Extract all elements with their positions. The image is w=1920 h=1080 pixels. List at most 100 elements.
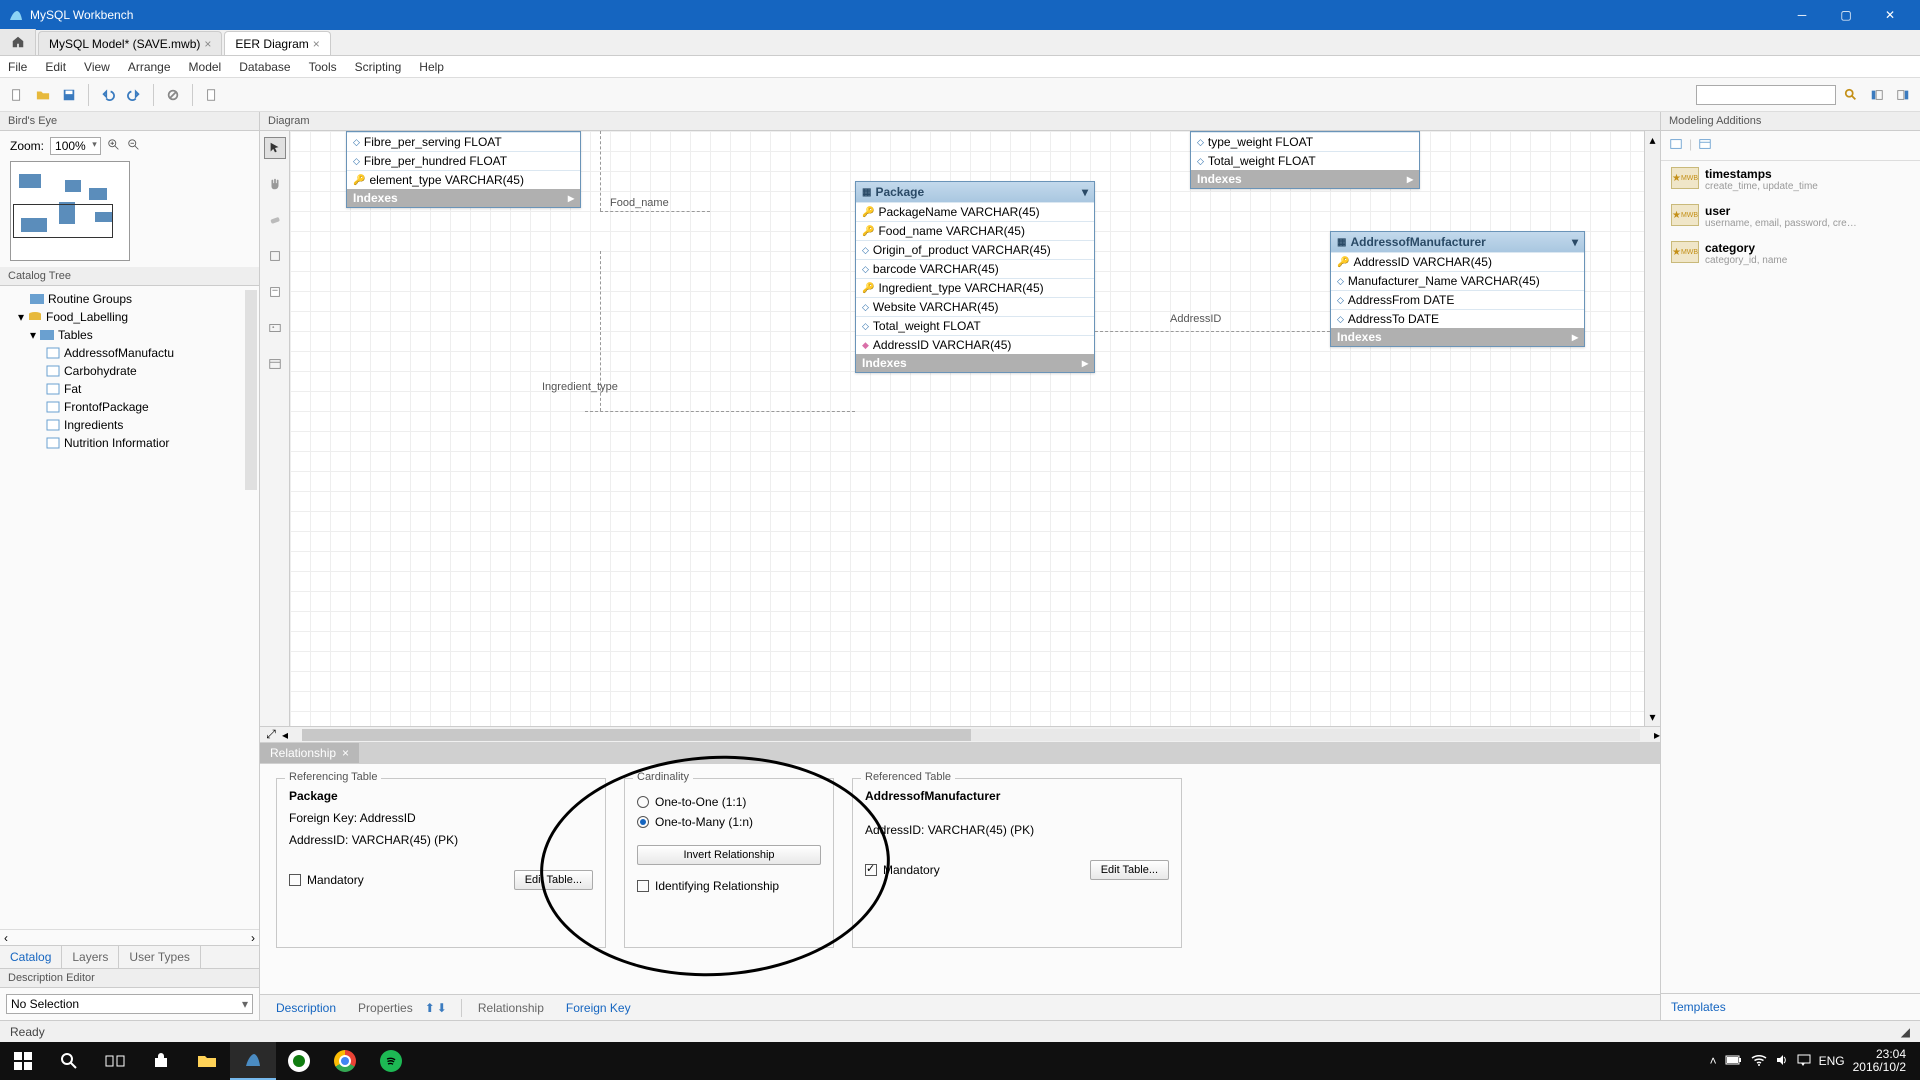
menu-help[interactable]: Help — [419, 60, 444, 74]
tab-user-types[interactable]: User Types — [119, 946, 200, 968]
toggle-left-panel-button[interactable] — [1866, 84, 1888, 106]
xbox-icon[interactable] — [276, 1042, 322, 1080]
one-to-one-radio[interactable]: One-to-One (1:1) — [637, 795, 821, 809]
start-button[interactable] — [0, 1042, 46, 1080]
resize-grip-icon[interactable]: ◢ — [1901, 1025, 1910, 1039]
tree-item-table[interactable]: FrontofPackage — [0, 398, 259, 416]
hscroll-expander[interactable]: ⤢ — [260, 727, 282, 743]
close-icon[interactable]: × — [204, 37, 211, 51]
mandatory-checkbox[interactable]: Mandatory — [865, 863, 940, 877]
relation-label: Ingredient_type — [542, 381, 618, 393]
close-button[interactable]: ✕ — [1868, 0, 1912, 30]
canvas-vscroll[interactable]: ▴▾ — [1644, 131, 1660, 726]
eraser-tool[interactable] — [264, 209, 286, 231]
image-tool[interactable] — [264, 317, 286, 339]
manage-templates-icon[interactable] — [1698, 137, 1712, 154]
zoom-in-icon[interactable] — [107, 138, 121, 155]
task-view-button[interactable] — [92, 1042, 138, 1080]
tree-hscroll[interactable]: ‹› — [0, 929, 259, 945]
tree-item-table[interactable]: Carbohydrate — [0, 362, 259, 380]
menu-database[interactable]: Database — [239, 60, 290, 74]
templates-tab[interactable]: Templates — [1661, 993, 1920, 1020]
tab-relationship[interactable]: Relationship — [468, 997, 554, 1019]
tree-item-table[interactable]: Fat — [0, 380, 259, 398]
history-fwd-icon[interactable]: ⬇ — [437, 1001, 447, 1015]
save-button[interactable] — [58, 84, 80, 106]
menu-edit[interactable]: Edit — [45, 60, 66, 74]
close-icon[interactable]: × — [313, 37, 320, 51]
tree-item-table[interactable]: Ingredients — [0, 416, 259, 434]
edit-table-button[interactable]: Edit Table... — [514, 870, 593, 890]
one-to-many-radio[interactable]: One-to-Many (1:n) — [637, 815, 821, 829]
pointer-tool[interactable] — [264, 137, 286, 159]
mandatory-checkbox[interactable]: Mandatory — [289, 873, 364, 887]
minimize-button[interactable]: ─ — [1780, 0, 1824, 30]
store-icon[interactable] — [138, 1042, 184, 1080]
tree-item-routine-groups[interactable]: Routine Groups — [0, 290, 259, 308]
tree-item-table[interactable]: AddressofManufactu — [0, 344, 259, 362]
description-select[interactable]: No Selection — [6, 994, 253, 1014]
birds-eye-canvas[interactable] — [10, 161, 130, 261]
table-tool[interactable] — [264, 353, 286, 375]
menu-tools[interactable]: Tools — [309, 60, 337, 74]
search-input[interactable] — [1696, 85, 1836, 105]
tray-expand-icon[interactable]: ˄ — [1710, 1054, 1717, 1068]
mysql-workbench-taskbar-icon[interactable] — [230, 1042, 276, 1080]
validate-button[interactable] — [162, 84, 184, 106]
menu-scripting[interactable]: Scripting — [355, 60, 402, 74]
spotify-icon[interactable] — [368, 1042, 414, 1080]
search-button[interactable] — [1840, 84, 1862, 106]
note-tool[interactable] — [264, 281, 286, 303]
tree-item-tables[interactable]: ▾ Tables — [0, 326, 259, 344]
export-button[interactable] — [201, 84, 223, 106]
volume-icon[interactable] — [1775, 1053, 1789, 1070]
hand-tool[interactable] — [264, 173, 286, 195]
tree-item-table[interactable]: Nutrition Informatior — [0, 434, 259, 452]
addition-user[interactable]: ★MWB userusername, email, password, cre… — [1661, 198, 1920, 235]
battery-icon[interactable] — [1725, 1054, 1743, 1069]
zoom-out-icon[interactable] — [127, 138, 141, 155]
identifying-checkbox[interactable]: Identifying Relationship — [637, 879, 821, 893]
file-explorer-icon[interactable] — [184, 1042, 230, 1080]
undo-button[interactable] — [97, 84, 119, 106]
menu-arrange[interactable]: Arrange — [128, 60, 171, 74]
menu-file[interactable]: File — [8, 60, 27, 74]
catalog-tree[interactable]: Routine Groups ▾ Food_Labelling ▾ Tables… — [0, 286, 259, 929]
canvas-hscroll[interactable]: ⤢ ◂▸ — [260, 726, 1660, 742]
tab-properties[interactable]: Properties — [348, 997, 423, 1019]
maximize-button[interactable]: ▢ — [1824, 0, 1868, 30]
scrollbar[interactable] — [245, 290, 257, 490]
language-indicator[interactable]: ENG — [1819, 1054, 1845, 1068]
layer-tool[interactable] — [264, 245, 286, 267]
action-center-icon[interactable] — [1797, 1053, 1811, 1070]
tab-description[interactable]: Description — [266, 997, 346, 1019]
menu-model[interactable]: Model — [189, 60, 222, 74]
toggle-right-panel-button[interactable] — [1892, 84, 1914, 106]
menu-view[interactable]: View — [84, 60, 110, 74]
history-back-icon[interactable]: ⬆ — [425, 1001, 435, 1015]
addition-category[interactable]: ★MWB categorycategory_id, name — [1661, 235, 1920, 272]
wifi-icon[interactable] — [1751, 1054, 1767, 1069]
tree-item-schema[interactable]: ▾ Food_Labelling — [0, 308, 259, 326]
redo-button[interactable] — [123, 84, 145, 106]
tab-layers[interactable]: Layers — [62, 946, 119, 968]
addition-timestamps[interactable]: ★MWB timestampscreate_time, update_time — [1661, 161, 1920, 198]
invert-relationship-button[interactable]: Invert Relationship — [637, 845, 821, 865]
open-file-button[interactable] — [32, 84, 54, 106]
chrome-icon[interactable] — [322, 1042, 368, 1080]
radio-label: One-to-One (1:1) — [655, 795, 746, 809]
add-template-icon[interactable] — [1669, 137, 1683, 154]
tab-eer-diagram[interactable]: EER Diagram × — [224, 31, 330, 55]
zoom-select[interactable]: 100% — [50, 137, 101, 155]
tab-mysql-model[interactable]: MySQL Model* (SAVE.mwb) × — [38, 31, 222, 55]
new-file-button[interactable] — [6, 84, 28, 106]
relationship-tab[interactable]: Relationship × — [260, 743, 359, 763]
close-icon[interactable]: × — [342, 746, 349, 760]
search-button[interactable] — [46, 1042, 92, 1080]
diagram-canvas[interactable]: ◇Fibre_per_serving FLOAT ◇Fibre_per_hund… — [290, 131, 1644, 726]
home-tab[interactable] — [0, 29, 36, 55]
tab-catalog[interactable]: Catalog — [0, 946, 62, 968]
edit-table-button[interactable]: Edit Table... — [1090, 860, 1169, 880]
taskbar-clock[interactable]: 23:04 2016/10/2 — [1853, 1048, 1912, 1074]
tab-foreign-key[interactable]: Foreign Key — [556, 997, 641, 1019]
